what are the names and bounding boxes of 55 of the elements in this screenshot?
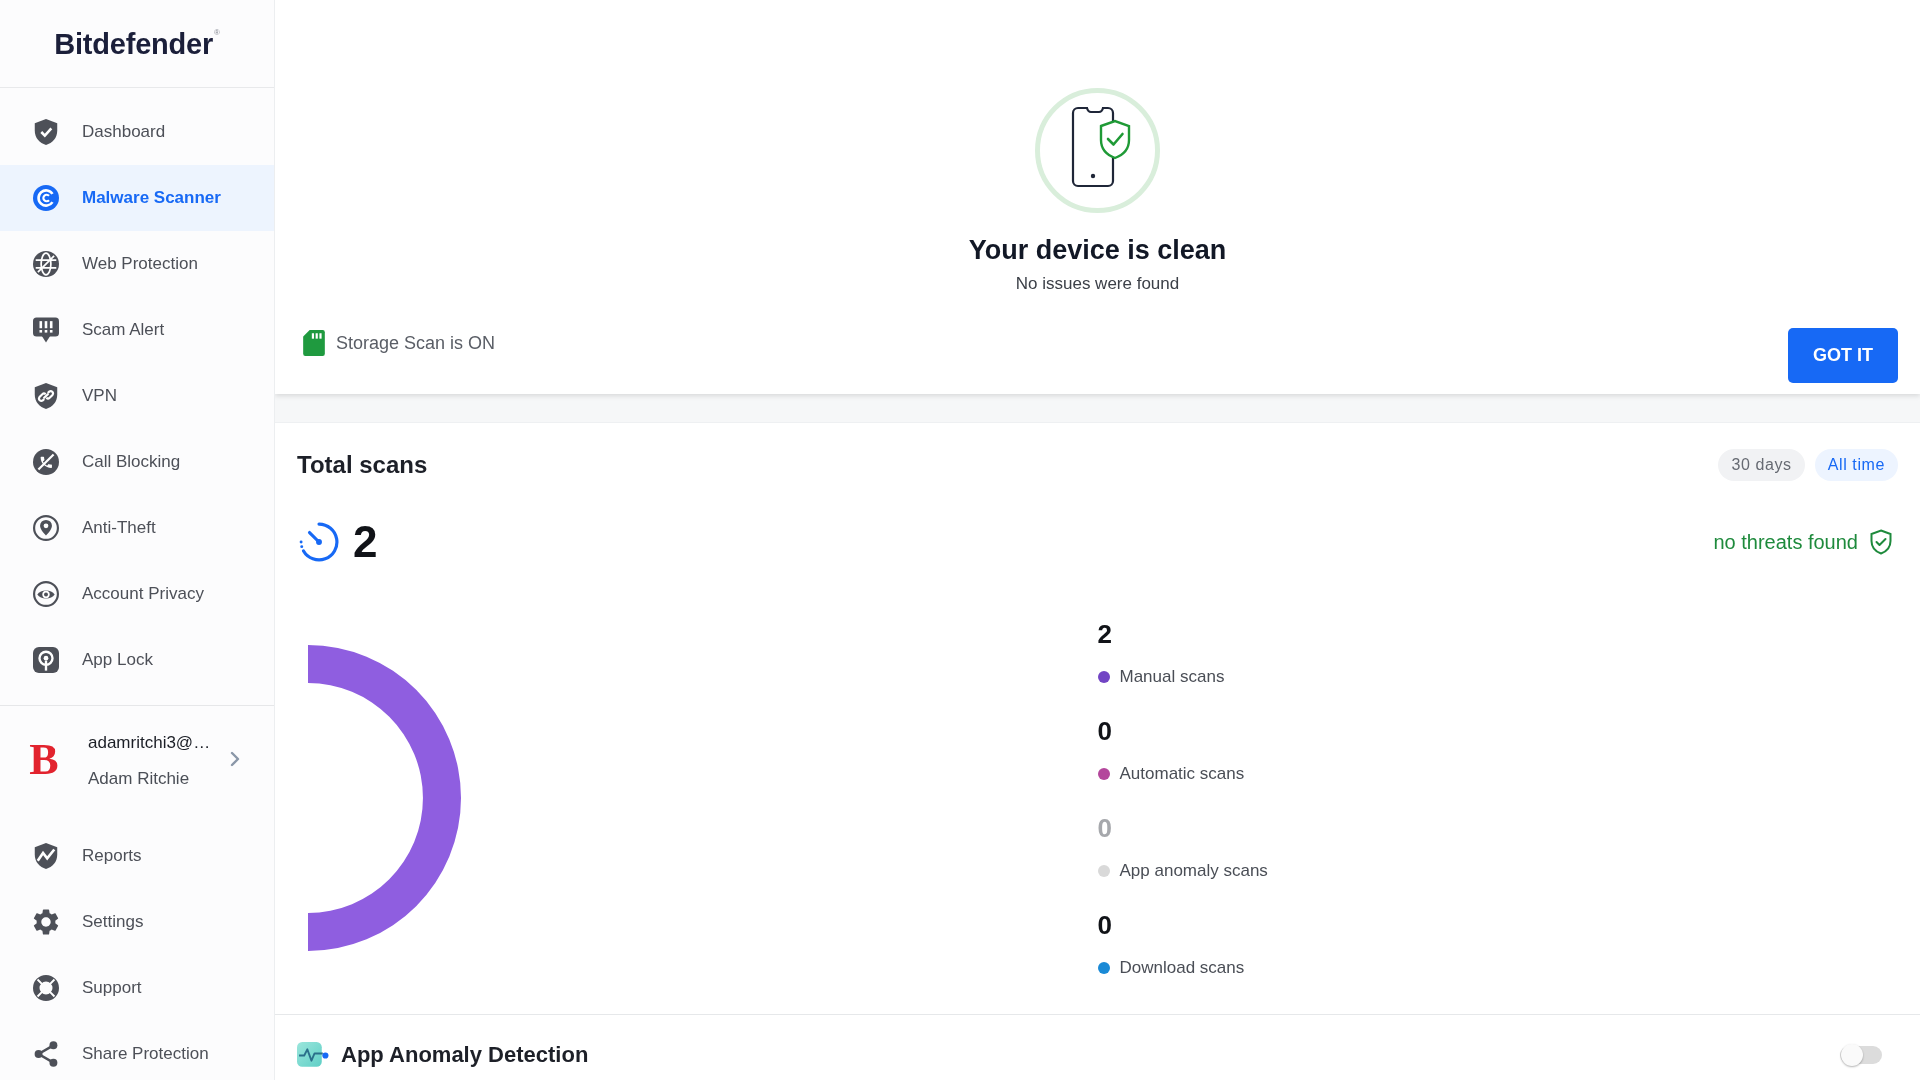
status-title: Your device is clean <box>968 234 1227 267</box>
legend-value: 2 <box>1097 618 1112 650</box>
chart-shield-icon <box>33 843 59 869</box>
sidebar-item[interactable]: Malware Scanner <box>0 165 274 231</box>
legend-label: Download scans <box>1119 958 1245 978</box>
sd-card-icon <box>303 330 325 356</box>
scan-count: 2 <box>353 517 378 567</box>
shield-check-icon <box>33 119 59 145</box>
alert-bubble-icon <box>33 317 59 343</box>
section-title: App Anomaly Detection <box>341 1041 589 1069</box>
sidebar-item[interactable]: Anti-Theft <box>0 495 274 561</box>
ring-tile-icon <box>33 647 59 673</box>
location-pin-icon <box>33 515 59 541</box>
legend-value: 0 <box>1097 715 1112 747</box>
sidebar-item[interactable]: Call Blocking <box>0 429 274 495</box>
legend-label: App anomaly scans <box>1119 861 1268 881</box>
chevron-right-icon[interactable] <box>230 751 240 767</box>
sidebar-item[interactable]: Reports <box>0 823 274 889</box>
timer-icon <box>299 522 339 562</box>
eye-icon <box>33 581 59 607</box>
threat-status: no threats found <box>1713 530 1858 554</box>
share-icon <box>33 1041 59 1067</box>
section-title: Total scans <box>297 450 428 480</box>
lifebuoy-icon <box>33 975 59 1001</box>
range-tab[interactable]: All time <box>1814 449 1898 481</box>
shield-check-icon <box>1870 529 1892 555</box>
logo-letter: B <box>28 736 60 784</box>
toggle-switch[interactable] <box>1840 1043 1882 1067</box>
settings-icon <box>33 909 59 935</box>
pulse-tile-icon <box>297 1041 329 1069</box>
sidebar-item[interactable]: App Lock <box>0 627 274 693</box>
phone-shield-icon <box>1035 88 1160 213</box>
sidebar-item[interactable]: Settings <box>0 889 274 955</box>
sidebar-item[interactable]: Account Privacy <box>0 561 274 627</box>
legend-label: Automatic scans <box>1119 764 1245 784</box>
range-tab[interactable]: 30 days <box>1718 449 1805 481</box>
status-subtitle: No issues were found <box>1015 273 1180 295</box>
phone-blocked-icon <box>33 449 59 475</box>
shield-link-icon <box>33 383 59 409</box>
storage-scan-status: Storage Scan is ON <box>336 332 496 354</box>
sidebar-item[interactable]: Share Protection <box>0 1021 274 1080</box>
got-it-button[interactable]: GOT IT <box>1788 328 1898 383</box>
sidebar-item[interactable]: Web Protection <box>0 231 274 297</box>
account-name: Adam Ritchie <box>88 768 190 790</box>
sidebar-item[interactable]: Dashboard <box>0 99 274 165</box>
legend-value: 0 <box>1097 812 1112 844</box>
spiral-disc-icon <box>33 185 59 211</box>
legend-value: 0 <box>1097 909 1112 941</box>
globe-icon <box>33 251 59 277</box>
brand-logo: Bitdefender$^{®}$ <box>54 27 220 60</box>
account-email: adamritchi3@… <box>88 732 211 754</box>
sidebar-item[interactable]: VPN <box>0 363 274 429</box>
legend-label: Manual scans <box>1119 667 1225 687</box>
sidebar-item[interactable]: Support <box>0 955 274 1021</box>
sidebar-item[interactable]: Scam Alert <box>0 297 274 363</box>
